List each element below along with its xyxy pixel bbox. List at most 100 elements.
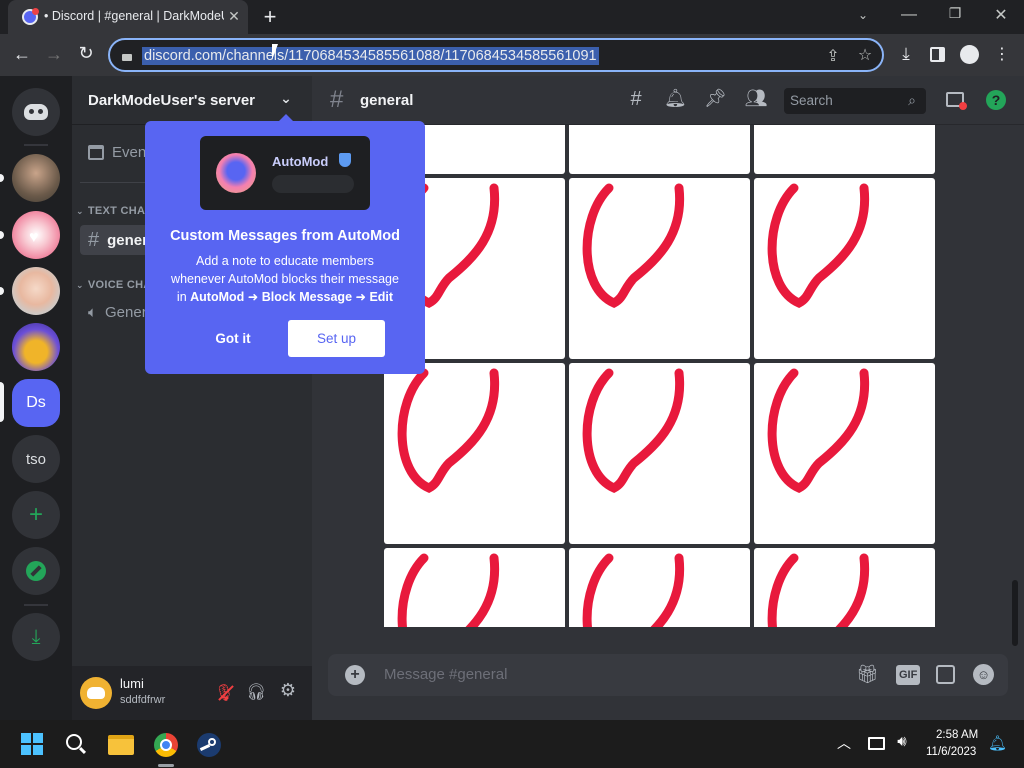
add-server-icon[interactable]: + — [12, 491, 60, 539]
search-box[interactable]: Search ⌕ — [784, 88, 926, 114]
minimize-icon[interactable]: — — [900, 6, 918, 24]
heart-image-cell[interactable] — [384, 363, 565, 544]
new-tab-button[interactable]: + — [259, 4, 281, 30]
server-tso[interactable]: tso — [12, 435, 60, 483]
clock-time[interactable]: 2:58 AM — [936, 729, 978, 741]
server-sidebar: ♥ Ds tso + ⤓ — [0, 76, 72, 720]
tab-title: • Discord | #general | DarkModeUser's se… — [44, 9, 224, 23]
file-explorer-icon[interactable] — [108, 735, 134, 755]
steam-icon[interactable] — [197, 733, 221, 757]
guild-separator — [24, 604, 48, 606]
close-window-icon[interactable]: ✕ — [992, 5, 1010, 25]
search-input[interactable]: Search — [790, 93, 833, 108]
sticker-icon[interactable] — [936, 665, 955, 684]
upload-plus-icon[interactable]: + — [345, 665, 365, 685]
message-composer: + Message #general 🎁︎ GIF ☺ — [328, 654, 1008, 696]
notification-bell-icon[interactable]: 🔔︎ — [988, 734, 1007, 752]
server-avatar-3[interactable] — [12, 267, 60, 315]
chevron-down-icon: ⌄ — [76, 205, 84, 216]
heart-image-cell[interactable] — [754, 548, 935, 627]
address-bar[interactable]: discord.com/channels/1170684534585561088… — [108, 38, 884, 72]
tab-search-icon[interactable]: ⌄ — [855, 8, 871, 22]
popup-body-path: AutoMod ➜ Block Message ➜ Edit — [190, 290, 394, 304]
chevron-down-icon[interactable]: ⌄ — [278, 90, 294, 107]
heart-image-cell[interactable] — [754, 125, 935, 174]
network-icon[interactable] — [868, 737, 885, 750]
server-avatar-1[interactable] — [12, 154, 60, 202]
lock-icon[interactable] — [122, 50, 132, 61]
active-pill — [0, 382, 4, 422]
bookmark-star-icon[interactable]: ☆ — [856, 45, 874, 65]
server-name: DarkModeUser's server — [88, 92, 255, 109]
shield-icon — [339, 153, 351, 167]
popup-body-line3: in AutoMod ➜ Block Message ➜ Edit — [145, 288, 425, 306]
hash-icon: # — [88, 228, 100, 251]
chrome-icon[interactable] — [154, 733, 178, 757]
headphones-icon[interactable]: 🎧︎ — [246, 682, 266, 702]
heart-image-cell[interactable] — [569, 548, 750, 627]
set-up-button[interactable]: Set up — [288, 320, 385, 357]
clock-date[interactable]: 11/6/2023 — [926, 746, 976, 758]
share-icon[interactable]: ⇪ — [824, 46, 842, 66]
popup-title: Custom Messages from AutoMod — [170, 228, 400, 244]
user-panel: lumi sddfdfrwr 🎙︎ 🎧︎ ⚙ — [72, 666, 312, 720]
scrollbar-thumb[interactable] — [1012, 580, 1018, 646]
download-icon[interactable]: ⤓ — [896, 44, 916, 64]
unread-pill — [0, 174, 4, 182]
inbox-icon[interactable] — [946, 92, 967, 110]
unread-pill — [0, 231, 4, 239]
heart-image-cell[interactable] — [754, 178, 935, 359]
message-input[interactable]: Message #general — [384, 666, 507, 683]
automod-name: AutoMod — [272, 154, 329, 169]
restore-icon[interactable]: ❐ — [946, 5, 964, 22]
download-apps-icon[interactable]: ⤓ — [12, 613, 60, 661]
hash-icon: # — [330, 86, 344, 113]
notification-bell-icon[interactable]: 🔔︎ — [664, 88, 687, 109]
url-text[interactable]: discord.com/channels/1170684534585561088… — [142, 47, 599, 65]
user-tag: sddfdfrwr — [120, 694, 166, 706]
search-icon: ⌕ — [908, 92, 916, 108]
guild-separator — [24, 144, 48, 146]
profile-icon[interactable] — [960, 45, 979, 64]
username[interactable]: lumi — [120, 676, 144, 691]
heart-image-cell[interactable] — [384, 548, 565, 627]
automod-avatar — [216, 153, 256, 193]
server-avatar-2[interactable]: ♥ — [12, 211, 60, 259]
heart-image-cell[interactable] — [569, 178, 750, 359]
close-tab-icon[interactable]: ✕ — [226, 8, 242, 25]
heart-image-cell[interactable] — [569, 125, 750, 174]
windows-start-icon[interactable] — [21, 733, 43, 755]
placeholder-bar — [272, 175, 354, 193]
chevron-down-icon: ⌄ — [76, 279, 84, 290]
gift-icon[interactable]: 🎁︎ — [856, 664, 879, 685]
active-app-indicator — [158, 764, 174, 767]
reload-icon[interactable]: ↻ — [76, 43, 96, 64]
back-icon[interactable]: ← — [12, 44, 32, 65]
heart-image-cell[interactable] — [754, 363, 935, 544]
settings-gear-icon[interactable]: ⚙ — [278, 680, 298, 701]
emoji-icon[interactable]: ☺ — [973, 664, 994, 685]
got-it-button[interactable]: Got it — [193, 320, 273, 357]
help-icon[interactable]: ? — [986, 90, 1006, 110]
forward-icon[interactable]: → — [44, 44, 64, 65]
member-list-icon[interactable]: 👥︎ — [744, 88, 768, 109]
browser-tab[interactable]: • Discord | #general | DarkModeUser's se… — [8, 0, 248, 34]
taskbar: ︿ 🔊︎ 2:58 AM 11/6/2023 🔔︎ — [0, 720, 1024, 768]
heart-image-cell[interactable] — [569, 363, 750, 544]
pinned-messages-icon[interactable]: 📌︎ — [704, 88, 727, 109]
user-avatar[interactable] — [80, 677, 112, 709]
side-panel-icon[interactable] — [930, 47, 945, 62]
explore-compass-icon[interactable] — [12, 547, 60, 595]
gif-button[interactable]: GIF — [896, 665, 921, 685]
server-avatar-4[interactable] — [12, 323, 60, 371]
discord-home-icon[interactable] — [12, 88, 60, 136]
search-icon[interactable] — [66, 734, 87, 755]
server-header[interactable]: DarkModeUser's server ⌄ — [72, 76, 312, 125]
volume-icon[interactable]: 🔊︎ — [892, 733, 912, 750]
menu-icon[interactable]: ⋮ — [994, 44, 1010, 64]
browser-tab-strip: • Discord | #general | DarkModeUser's se… — [0, 0, 1024, 34]
server-ds[interactable]: Ds — [12, 379, 60, 427]
automod-preview-card: AutoMod — [200, 136, 370, 210]
threads-icon[interactable]: # — [624, 88, 648, 111]
chevron-up-icon[interactable]: ︿ — [836, 733, 852, 753]
